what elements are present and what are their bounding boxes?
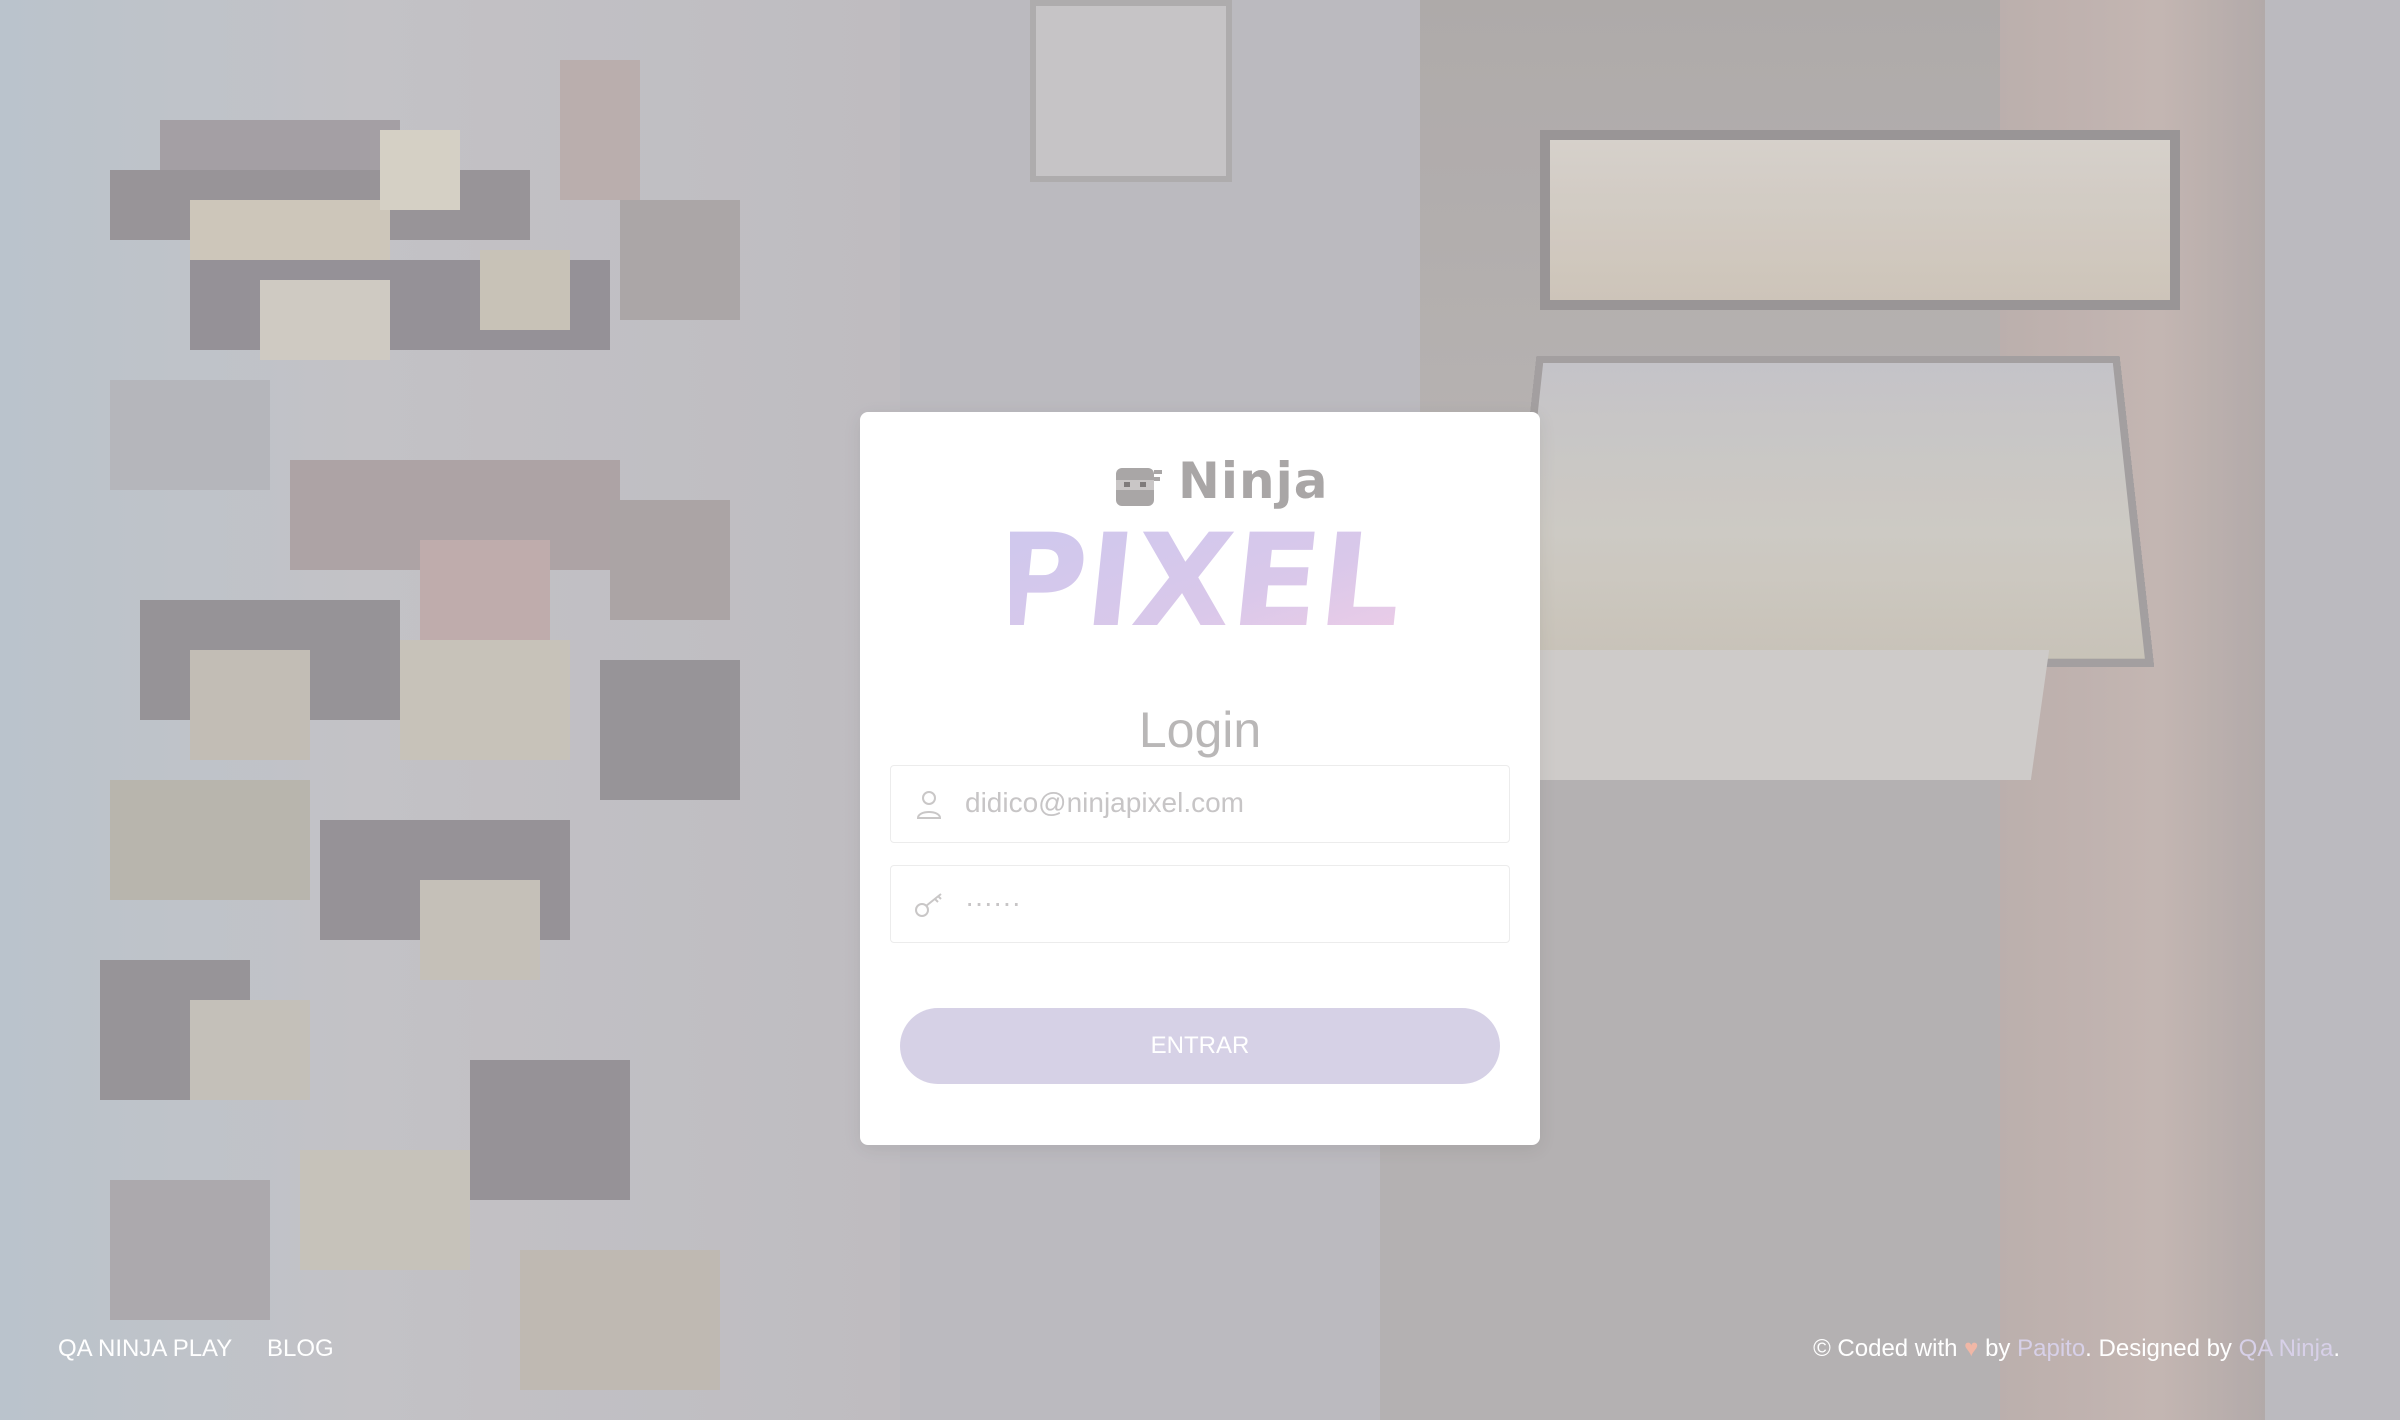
credits-prefix: © Coded with	[1813, 1335, 1958, 1362]
login-submit-button[interactable]: ENTRAR	[900, 1008, 1500, 1084]
footer-link-qa-ninja-play[interactable]: QA NINJA PLAY	[58, 1335, 232, 1362]
login-title: Login	[1138, 701, 1262, 758]
author-link[interactable]: Papito	[2017, 1335, 2085, 1362]
password-input[interactable]	[965, 866, 1485, 940]
heart-icon: ♥	[1964, 1335, 1979, 1362]
footer-credits: © Coded with ♥ by Papito. Designed by QA…	[1813, 1335, 2340, 1369]
credits-by: by	[1985, 1335, 2011, 1362]
login-card: Ninja PIXEL Login ENTRAR	[860, 412, 1540, 1145]
logo-pixel-text: PIXEL	[1010, 507, 1400, 642]
designed-by-text: . Designed by	[2085, 1335, 2232, 1362]
user-icon	[916, 791, 942, 819]
key-icon	[915, 893, 942, 917]
credits-end: .	[2333, 1335, 2340, 1362]
footer-link-blog[interactable]: BLOG	[267, 1335, 334, 1362]
footer-nav: QA NINJA PLAY BLOG	[58, 1335, 362, 1369]
email-input[interactable]	[965, 766, 1485, 840]
email-field[interactable]	[890, 765, 1510, 843]
designer-link[interactable]: QA Ninja	[2239, 1335, 2334, 1362]
ninja-head-icon	[1116, 468, 1162, 506]
password-field[interactable]	[890, 865, 1510, 943]
svg-text:PIXEL: PIXEL	[1010, 507, 1400, 642]
ninja-pixel-logo: Ninja PIXEL	[1010, 452, 1400, 642]
